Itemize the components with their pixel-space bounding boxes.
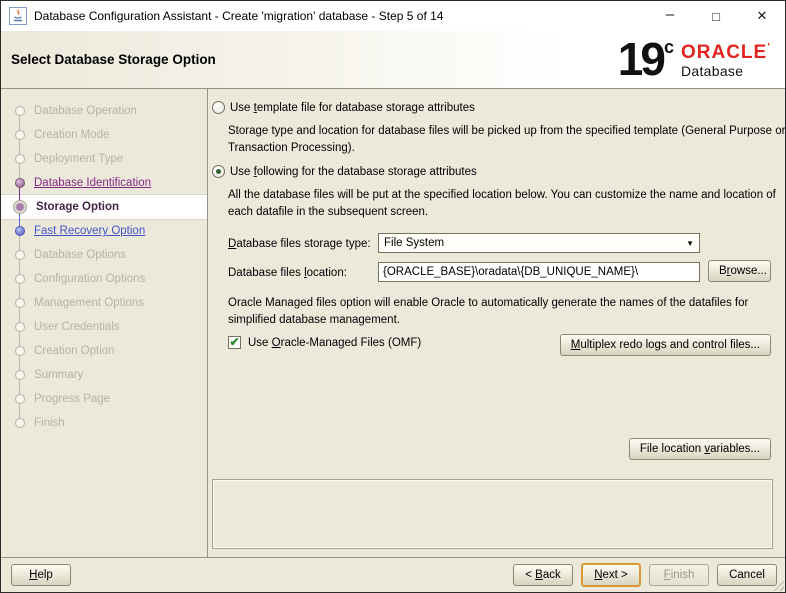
step-label: User Credentials [34,321,120,333]
java-app-icon [9,7,27,25]
step-label: Finish [34,417,65,429]
step-dot [13,200,27,214]
step-dot [15,370,25,380]
following-radio-label: Use following for the database storage a… [230,165,477,178]
step-label: Creation Option [34,345,115,357]
sidebar-step-storage-option: Storage Option [1,195,207,219]
step-label: Creation Mode [34,129,110,141]
step-dot [15,130,25,140]
sidebar-step-finish: Finish [1,411,207,435]
step-dot [15,274,25,284]
multiplex-redo-logs-button[interactable]: Multiplex redo logs and control files... [559,334,771,356]
template-radio-description: Storage type and location for database f… [228,125,786,154]
step-dot [15,178,25,188]
window-title: Database Configuration Assistant - Creat… [34,9,444,23]
step-label: Storage Option [36,201,120,213]
following-radio-description: All the database files will be put at th… [228,189,776,218]
step-dot [15,250,25,260]
files-location-label: Database files location: [228,267,347,279]
step-dot [15,154,25,164]
omf-checkbox-label: Use Oracle-Managed Files (OMF) [248,336,422,349]
step-label: Progress Page [34,393,111,405]
template-radio-option[interactable]: Use template file for database storage a… [212,101,475,114]
maximize-button[interactable]: □ [693,1,739,31]
template-radio-label: Use template file for database storage a… [230,101,475,114]
storage-type-label: Database files storage type: [228,238,371,250]
dropdown-arrow-icon: ▼ [686,238,694,248]
step-dot [15,418,25,428]
sidebar-step-summary: Summary [1,363,207,387]
following-radio-option[interactable]: Use following for the database storage a… [212,165,477,178]
step-dot [15,226,25,236]
files-location-input[interactable] [378,262,700,282]
cancel-button[interactable]: Cancel [717,564,777,586]
minimize-button[interactable]: – [647,1,693,31]
finish-button: Finish [649,564,709,586]
footer-bar: Help < Back Next > Finish Cancel [1,557,785,592]
step-label: Management Options [34,297,144,309]
titlebar: Database Configuration Assistant - Creat… [1,1,785,31]
logo-version: 19c [617,32,674,85]
file-location-variables-button[interactable]: File location variables... [628,438,771,460]
sidebar-step-management-options: Management Options [1,291,207,315]
step-dot [15,322,25,332]
dbca-window: Database Configuration Assistant - Creat… [0,0,786,593]
wizard-steps: Database Operation Creation Mode Deploymen… [1,89,207,435]
storage-type-select[interactable]: File System ▼ [378,233,700,253]
sidebar-step-database-options: Database Options [1,243,207,267]
sidebar-step-creation-mode: Creation Mode [1,123,207,147]
step-label: Database Operation [34,105,137,117]
wizard-sidebar: Database Operation Creation Mode Deploymen… [1,89,208,557]
step-label: Fast Recovery Option [34,225,146,237]
omf-note: Oracle Managed files option will enable … [228,297,749,326]
sidebar-step-fast-recovery-option[interactable]: Fast Recovery Option [1,219,207,243]
step-dot [15,106,25,116]
oracle-wordmark: ORACLE [681,42,771,64]
help-button[interactable]: Help [11,564,71,586]
omf-option[interactable]: ✔ Use Oracle-Managed Files (OMF) [228,336,421,349]
next-button[interactable]: Next > [581,563,641,587]
browse-button[interactable]: Browse... [708,260,771,282]
step-dot [15,394,25,404]
step-label: Configuration Options [34,273,146,285]
page-title: Select Database Storage Option [11,52,216,67]
check-icon: ✔ [229,334,240,349]
window-controls: – □ ✕ [647,1,785,31]
oracle-19c-logo: 19c ORACLE Database [617,32,771,85]
radio-unselected-icon [212,101,225,114]
step-label: Database Identification [34,177,151,189]
sidebar-step-creation-option: Creation Option [1,339,207,363]
radio-selected-icon [212,165,225,178]
sidebar-step-user-credentials: User Credentials [1,315,207,339]
step-dot [15,298,25,308]
storage-type-value: File System [384,237,445,249]
step-label: Database Options [34,249,127,261]
back-button[interactable]: < Back [513,564,573,586]
omf-checkbox[interactable]: ✔ [228,336,241,349]
logo-product: Database [680,62,744,79]
step-label: Summary [34,369,84,381]
close-button[interactable]: ✕ [739,1,785,31]
sidebar-step-deployment-type: Deployment Type [1,147,207,171]
sidebar-step-progress-page: Progress Page [1,387,207,411]
step-dot [15,346,25,356]
sidebar-step-database-operation: Database Operation [1,99,207,123]
sidebar-step-configuration-options: Configuration Options [1,267,207,291]
message-area [212,479,773,549]
main-panel: Use template file for database storage a… [208,89,785,557]
sidebar-step-database-identification[interactable]: Database Identification [1,171,207,195]
step-label: Deployment Type [34,153,124,165]
wizard-header: Select Database Storage Option 19c ORACL… [1,31,785,89]
